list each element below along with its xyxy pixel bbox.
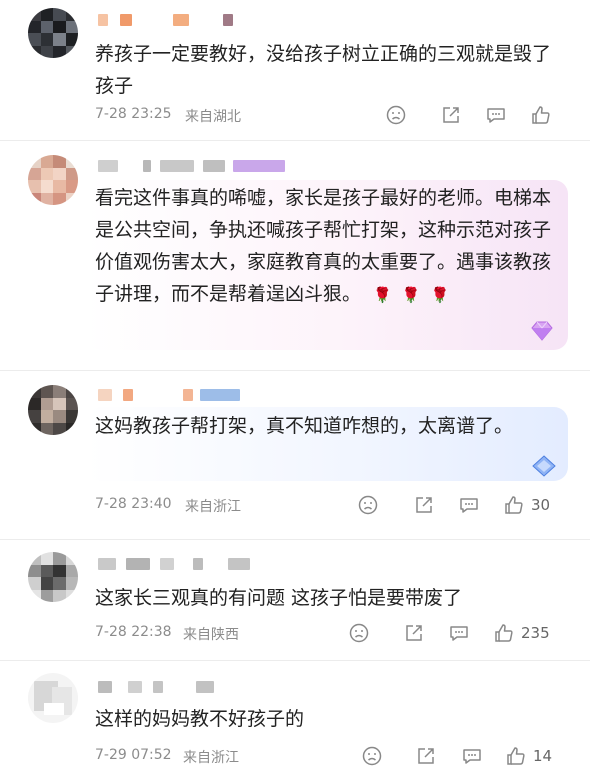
comment-meta: 7-28 22:38 来自陕西 235	[95, 622, 552, 646]
sad-face-icon[interactable]	[357, 494, 379, 516]
rose-icon: 🌹	[373, 286, 392, 304]
comment-location: 来自浙江	[183, 750, 239, 766]
comment-item: 这妈教孩子帮打架，真不知道咋想的，太离谱了。 7-28 23:40 来自浙江 3…	[0, 371, 590, 538]
comment-time: 7-29 07:52	[95, 747, 172, 763]
thumbs-up-icon[interactable]	[505, 745, 527, 767]
thumbs-up-icon[interactable]	[530, 104, 552, 126]
username-blurred[interactable]	[98, 558, 278, 572]
avatar[interactable]	[28, 8, 78, 58]
username-blurred[interactable]	[98, 389, 248, 403]
username-blurred[interactable]	[98, 14, 248, 28]
default-avatar-icon	[34, 681, 72, 715]
comment-location: 来自陕西	[183, 627, 239, 643]
share-icon[interactable]	[415, 745, 437, 767]
username-blurred[interactable]	[98, 681, 248, 695]
comment-time: 7-28 23:25	[95, 106, 172, 122]
comment-time: 7-28 23:40	[95, 496, 172, 512]
comment-item: 养孩子一定要教好，没给孩子树立正确的三观就是毁了孩子 7-28 23:25 来自…	[0, 0, 590, 140]
comment-text-content: 看完这件事真的唏嘘，家长是孩子最好的老师。电梯本是公共空间，争执还喊孩子帮忙打架…	[95, 187, 552, 305]
thumbs-up-icon[interactable]	[503, 494, 525, 516]
comment-icon[interactable]	[485, 104, 507, 126]
comment-text: 这妈教孩子帮打架，真不知道咋想的，太离谱了。	[95, 415, 514, 437]
diamond-badge-icon	[530, 454, 558, 478]
rose-icon: 🌹	[430, 286, 450, 304]
comment-meta: 7-29 07:52 来自浙江 14	[95, 745, 552, 769]
comment-icon[interactable]	[461, 745, 483, 767]
avatar[interactable]	[28, 552, 78, 602]
sad-face-icon[interactable]	[348, 622, 370, 644]
comment-location: 来自湖北	[185, 109, 241, 125]
avatar[interactable]	[28, 155, 78, 205]
avatar[interactable]	[28, 673, 78, 723]
rose-icon: 🌹	[401, 286, 421, 304]
rose-emoji: 🌹 🌹 🌹	[373, 283, 459, 305]
comment-text: 看完这件事真的唏嘘，家长是孩子最好的老师。电梯本是公共空间，争执还喊孩子帮忙打架…	[95, 182, 552, 311]
like-count: 235	[521, 624, 550, 642]
like-count: 14	[533, 747, 553, 765]
username-blurred[interactable]	[98, 160, 288, 174]
comment-text: 养孩子一定要教好，没给孩子树立正确的三观就是毁了孩子	[95, 43, 552, 97]
comment-time: 7-28 22:38	[95, 624, 172, 640]
comment-icon[interactable]	[458, 494, 480, 516]
comment-item: 这家长三观真的有问题 这孩子怕是要带废了 7-28 22:38 来自陕西 235	[0, 540, 590, 658]
comment-list: 养孩子一定要教好，没给孩子树立正确的三观就是毁了孩子 7-28 23:25 来自…	[0, 0, 590, 772]
share-icon[interactable]	[440, 104, 462, 126]
comment-item: 这样的妈妈教不好孩子的 7-29 07:52 来自浙江 14	[0, 661, 590, 772]
comment-text: 这样的妈妈教不好孩子的	[95, 708, 305, 730]
share-icon[interactable]	[413, 494, 435, 516]
comment-meta: 7-28 23:25 来自湖北	[95, 104, 552, 128]
comment-location: 来自浙江	[185, 499, 241, 515]
comment-item: 看完这件事真的唏嘘，家长是孩子最好的老师。电梯本是公共空间，争执还喊孩子帮忙打架…	[0, 141, 590, 370]
share-icon[interactable]	[403, 622, 425, 644]
avatar[interactable]	[28, 385, 78, 435]
like-count: 30	[531, 496, 551, 514]
comment-icon[interactable]	[448, 622, 470, 644]
diamond-badge-icon	[528, 319, 556, 343]
comment-meta: 7-28 23:40 来自浙江 30	[95, 494, 552, 518]
sad-face-icon[interactable]	[361, 745, 383, 767]
thumbs-up-icon[interactable]	[493, 622, 515, 644]
sad-face-icon[interactable]	[385, 104, 407, 126]
comment-text: 这家长三观真的有问题 这孩子怕是要带废了	[95, 587, 463, 609]
